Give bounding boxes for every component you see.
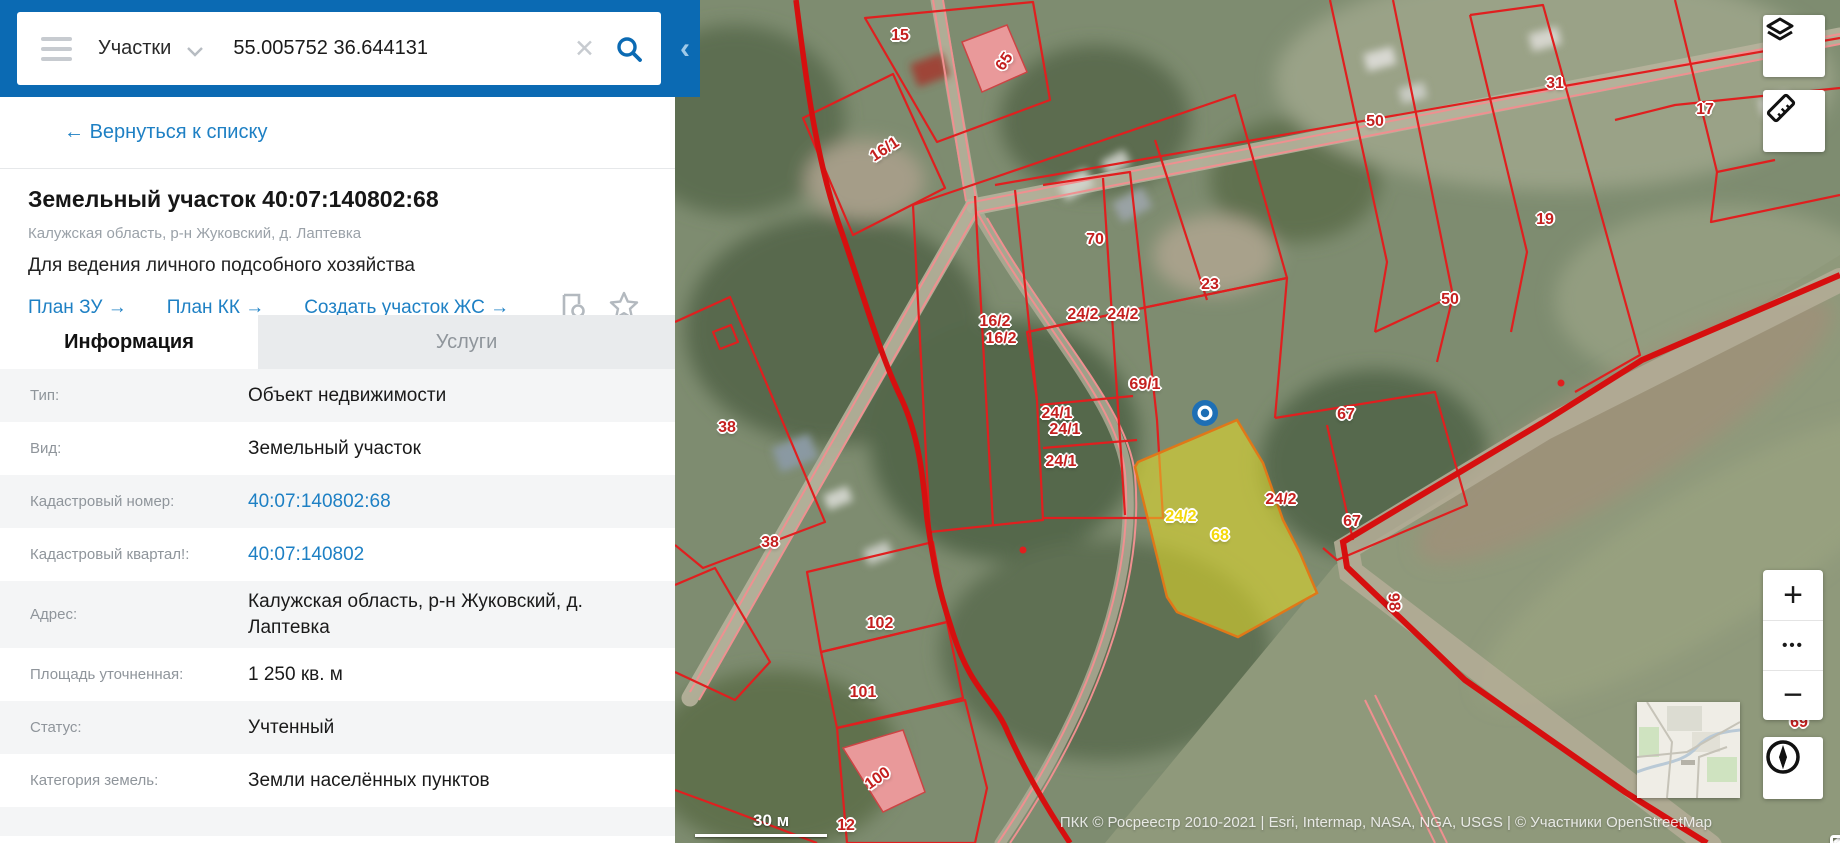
parcel-label-67[interactable]: 67 [1337,406,1355,424]
row-value: Учтенный [248,716,335,738]
parcel-label-38[interactable]: 38 [761,534,779,552]
back-to-list-link[interactable]: ← Вернуться к списку [64,121,267,144]
parcel-label-98[interactable]: 98 [1383,592,1402,611]
search-bar: Участки ✕ [17,12,661,85]
table-row: Адрес: Калужская область, р-н Жуковский, … [0,581,675,649]
panel-tabs: Информация Услуги [0,315,675,369]
ruler-button[interactable] [1763,90,1825,152]
row-label: Адрес: [30,606,78,624]
scale-line [695,834,827,837]
parcel-label-38[interactable]: 38 [718,419,736,437]
parcel-label-23[interactable]: 23 [1201,276,1219,294]
row-value: Объект недвижимости [248,384,447,406]
page-title: Земельный участок 40:07:140802:68 [28,186,439,212]
table-row: Кадастровый квартал!: 40:07:140802 [0,528,675,581]
row-value: Земельный участок [248,437,421,459]
row-label: Кадастровый квартал!: [30,546,190,563]
back-arrow-icon: ← [64,121,84,143]
parcel-label-24-2[interactable]: 24/2 [1165,508,1196,526]
row-label: Кадастровый номер: [30,493,175,510]
parcel-label-24-2[interactable]: 24/2 [1067,306,1098,324]
row-label: Вид: [30,440,62,457]
table-row: Статус: Учтенный [0,701,675,755]
zoom-in-button[interactable]: + [1763,570,1823,620]
more-tools-button[interactable]: ••• [1763,620,1823,670]
table-row: Площадь уточненная: 1 250 кв. м [0,648,675,701]
app-window: 15 65 16/1 50 31 17 19 70 23 16/2 16/2 24/2 24/2 50 69… [0,0,1840,843]
parcel-address-subtitle: Калужская область, р-н Жуковский, д. Лап… [28,225,362,242]
parcel-label-69-1[interactable]: 69/1 [1129,376,1160,394]
table-row: Вид: Земельный участок [0,422,675,475]
search-header: Участки ✕ ‹ [0,0,700,97]
overview-minimap[interactable] [1637,702,1740,798]
parcel-label-24-1[interactable]: 24/1 [1049,421,1080,439]
row-value: Калужская область, р-н Жуковский, д. Лап… [248,591,583,638]
permitted-use-text: Для ведения личного подсобного хозяйства [28,255,415,276]
menu-icon[interactable] [41,36,72,61]
map-canvas[interactable]: 15 65 16/1 50 31 17 19 70 23 16/2 16/2 24/2 24/2 50 69… [675,0,1840,843]
clear-search-icon[interactable]: ✕ [574,34,595,64]
parcel-label-70[interactable]: 70 [1086,231,1104,249]
parcel-label-67[interactable]: 67 [1343,513,1361,531]
extent-window-icon[interactable] [1830,835,1840,843]
scale-bar: 30 м [695,811,827,837]
row-value: 1 250 кв. м [248,663,343,685]
table-row: Категория земель: Земли населённых пункто… [0,754,675,807]
layers-icon [1766,17,1794,41]
collapse-panel-button[interactable]: ‹ [670,0,700,97]
ruler-icon [1766,93,1796,123]
parcel-label-50[interactable]: 50 [1441,291,1459,309]
tab-информация[interactable]: Информация [0,315,258,369]
parcel-label-65[interactable]: 65 [993,50,1018,75]
parcel-label-15[interactable]: 15 [891,27,909,45]
row-label: Площадь уточненная: [30,666,184,684]
parcel-label-16-1[interactable]: 16/1 [867,134,903,166]
parcel-label-24-1[interactable]: 24/1 [1045,453,1076,471]
tab-услуги[interactable]: Услуги [258,315,675,369]
info-panel: Участки ✕ ‹ ← Вернуться к списку Земельн… [0,0,700,843]
parcel-summary: Земельный участок 40:07:140802:68 Калужс… [0,170,675,325]
chevron-down-icon[interactable] [187,46,204,57]
parcel-label-24-2[interactable]: 24/2 [1107,306,1138,324]
layers-button[interactable] [1763,15,1825,77]
row-label: Категория земель: [30,772,159,790]
parcel-label-31[interactable]: 31 [1546,75,1564,93]
parcel-label-17[interactable]: 17 [1696,101,1714,119]
back-row: ← Вернуться к списку [0,97,675,169]
table-row-partial [0,807,675,837]
table-row: Кадастровый номер: 40:07:140802:68 [0,475,675,528]
parcel-label-24-2[interactable]: 24/2 [1265,491,1296,509]
compass-icon [1766,740,1800,774]
parcel-label-19[interactable]: 19 [1536,211,1554,229]
zoom-out-button[interactable]: − [1763,670,1823,720]
row-label: Статус: [30,719,82,737]
parcel-label-16-2[interactable]: 16/2 [979,313,1010,331]
map-attribution: ПКК © Росреестр 2010-2021 | Esri, Interm… [1059,814,1712,831]
table-row: Тип: Объект недвижимости [0,369,675,422]
search-result-marker[interactable] [1191,399,1219,427]
search-category-selector[interactable]: Участки [98,37,171,60]
parcel-label-100[interactable]: 100 [862,764,894,794]
parcel-label-68[interactable]: 68 [1211,527,1229,545]
row-label: Тип: [30,387,60,404]
row-value: Земли населённых пунктов [248,769,490,791]
compass-button[interactable] [1763,737,1823,799]
parcel-label-12[interactable]: 12 [837,817,855,835]
parcel-label-101[interactable]: 101 [850,684,877,702]
search-icon[interactable] [615,35,643,63]
attributes-table: Тип: Объект недвижимости Вид: Земельный уча… [0,369,675,837]
row-value[interactable]: 40:07:140802:68 [248,481,421,523]
parcel-label-102[interactable]: 102 [867,615,894,633]
row-value[interactable]: 40:07:140802 [248,534,394,576]
parcel-label-16-2[interactable]: 16/2 [985,330,1016,348]
search-input[interactable] [231,36,567,61]
scale-label: 30 м [753,811,790,830]
zoom-controls: + ••• − [1763,570,1823,720]
parcel-label-50[interactable]: 50 [1366,113,1384,131]
minimap-graphic [1637,702,1740,798]
